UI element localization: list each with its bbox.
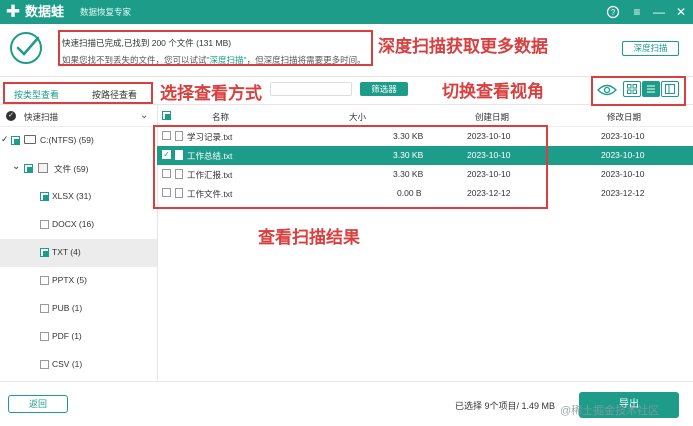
- tree-item-txt[interactable]: TXT (4): [0, 239, 157, 267]
- app-slogan: 数据恢复专家: [80, 7, 132, 17]
- tree-item-pptx[interactable]: PPTX (5): [0, 267, 157, 295]
- tree-item-pub[interactable]: PUB (1): [0, 295, 157, 323]
- file-modified: 2023-12-12: [601, 188, 645, 198]
- tree-item-label: PUB (1): [52, 303, 83, 313]
- app-name: 数据蛙: [25, 4, 65, 19]
- check-circle-icon: ✓: [6, 111, 16, 121]
- tree-checkbox[interactable]: [40, 192, 49, 201]
- tree-checkbox[interactable]: [40, 276, 49, 285]
- tree-item-xlsx[interactable]: XLSX (31): [0, 183, 157, 211]
- file-table-header: 名称 大小 创建日期 修改日期: [157, 105, 693, 127]
- app-logo-icon: ✚: [5, 2, 21, 21]
- selected-summary: 已选择 9个项目/ 1.49 MB: [455, 401, 556, 411]
- tree-item-csv[interactable]: CSV (1): [0, 351, 157, 379]
- file-modified: 2023-10-10: [601, 169, 645, 179]
- file-modified: 2023-10-10: [601, 131, 645, 141]
- tree-item-docx[interactable]: DOCX (16): [0, 211, 157, 239]
- watermark: @稀土掘金技术社区: [560, 405, 660, 417]
- file-type-tree: ✓ 快速扫描 ⌄ ✓ C:(NTFS) (59) ⌄ 文件 (59) XLSX …: [0, 105, 157, 381]
- minimize-icon[interactable]: —: [650, 3, 668, 21]
- annotation-view-results: 查看扫描结果: [258, 228, 360, 247]
- annotation-box-view-buttons: [591, 76, 686, 106]
- divider: [0, 76, 693, 77]
- tree-item-label: XLSX (31): [52, 191, 92, 201]
- folder-icon: [38, 163, 48, 173]
- annotation-choose-view: 选择查看方式: [160, 84, 262, 103]
- sidebar-header: ✓ 快速扫描 ⌄: [0, 105, 157, 127]
- column-header-name[interactable]: 名称: [212, 111, 229, 123]
- tree-item-label: C:(NTFS) (59): [40, 135, 94, 145]
- expand-check-icon[interactable]: ✓: [1, 134, 9, 145]
- column-header-created[interactable]: 创建日期: [475, 111, 509, 123]
- menu-icon[interactable]: ≡: [628, 3, 646, 21]
- back-button[interactable]: 返回: [8, 395, 68, 413]
- annotation-box-view-mode: [3, 82, 153, 104]
- chevron-down-icon[interactable]: ⌄: [12, 161, 20, 172]
- tree-item-folder[interactable]: ⌄ 文件 (59): [0, 155, 157, 183]
- column-header-modified[interactable]: 修改日期: [607, 111, 641, 123]
- tree-item-pdf[interactable]: PDF (1): [0, 323, 157, 351]
- tree-checkbox[interactable]: [40, 220, 49, 229]
- annotation-deep-scan: 深度扫描获取更多数据: [378, 37, 548, 56]
- svg-text:?: ?: [611, 8, 616, 17]
- annotation-box-results: [153, 125, 548, 209]
- scan-complete-check-icon: [10, 32, 42, 64]
- column-header-size[interactable]: 大小: [349, 111, 366, 123]
- help-circle-icon[interactable]: ?: [604, 3, 622, 21]
- tree-item-label: PPTX (5): [52, 275, 87, 285]
- annotation-switch-view: 切换查看视角: [442, 82, 544, 101]
- tree-checkbox[interactable]: [11, 136, 20, 145]
- annotation-box-status: [58, 30, 373, 66]
- tree-checkbox[interactable]: [40, 304, 49, 313]
- tree-item-c-drive[interactable]: ✓ C:(NTFS) (59): [0, 127, 157, 155]
- title-bar: ✚ 数据蛙 数据恢复专家 ? ≡ — ✕: [0, 0, 693, 24]
- deep-scan-button[interactable]: 深度扫描: [622, 41, 679, 56]
- chevron-down-icon[interactable]: ⌄: [140, 110, 148, 121]
- tree-checkbox[interactable]: [40, 248, 49, 257]
- filter-button[interactable]: 筛选器: [360, 82, 408, 96]
- tree-item-label: PDF (1): [52, 331, 82, 341]
- tree-checkbox[interactable]: [24, 164, 33, 173]
- drive-icon: [24, 135, 36, 144]
- tree-checkbox[interactable]: [40, 360, 49, 369]
- tree-item-label: TXT (4): [52, 247, 81, 257]
- tree-checkbox[interactable]: [40, 332, 49, 341]
- search-input[interactable]: [270, 82, 352, 96]
- file-modified: 2023-10-10: [601, 150, 645, 160]
- close-icon[interactable]: ✕: [672, 3, 690, 21]
- select-all-checkbox[interactable]: [162, 111, 171, 120]
- tree-item-label: 文件 (59): [54, 164, 89, 174]
- tree-item-label: DOCX (16): [52, 219, 95, 229]
- sidebar-header-label: 快速扫描: [24, 112, 59, 122]
- tree-item-label: CSV (1): [52, 359, 83, 369]
